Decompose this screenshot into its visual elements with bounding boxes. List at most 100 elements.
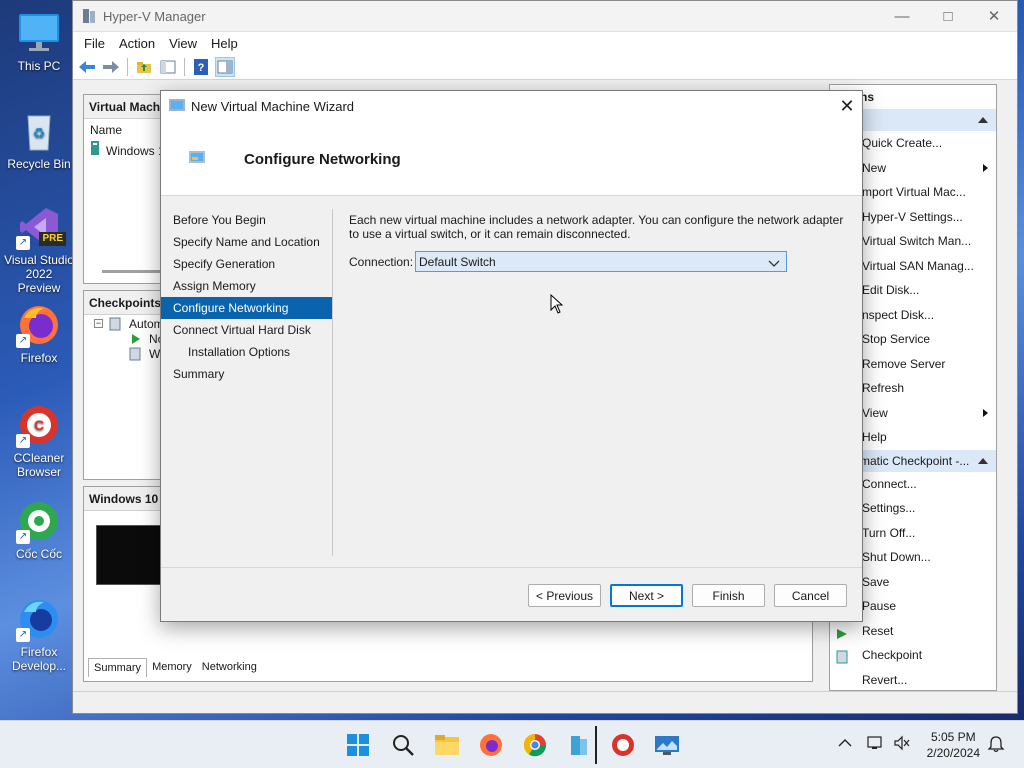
chrome-icon[interactable] bbox=[521, 731, 549, 759]
start-button[interactable] bbox=[344, 731, 372, 759]
action-item-label: View bbox=[862, 405, 888, 420]
wizard-content: Each new virtual machine includes a netw… bbox=[349, 213, 849, 272]
connection-row: Connection: Default Switch bbox=[349, 251, 849, 272]
dialog-title-bar[interactable]: New Virtual Machine Wizard ✕ bbox=[161, 91, 862, 121]
chevron-up-icon[interactable] bbox=[838, 737, 852, 751]
finish-button[interactable]: Finish bbox=[692, 584, 765, 607]
network-icon[interactable] bbox=[867, 735, 885, 754]
clock-date: 2/20/2024 bbox=[926, 746, 980, 760]
divider bbox=[161, 567, 862, 568]
desktop-icon-coc-coc[interactable]: ↗ Cốc Cốc bbox=[4, 498, 74, 561]
desktop-icon-label: CCleaner Browser bbox=[13, 451, 65, 479]
console-tree-icon[interactable] bbox=[158, 57, 178, 77]
next-button[interactable]: Next > bbox=[610, 584, 683, 607]
shortcut-arrow-icon: ↗ bbox=[16, 530, 30, 544]
action-item-label: Reset bbox=[862, 623, 894, 638]
action-item-label: mport Virtual Mac... bbox=[862, 185, 966, 199]
cancel-button[interactable]: Cancel bbox=[774, 584, 847, 607]
status-bar bbox=[73, 691, 1017, 713]
wizard-icon bbox=[169, 98, 185, 115]
recycle-bin-icon: ♻ bbox=[16, 108, 62, 154]
menu-file[interactable]: File bbox=[77, 36, 112, 51]
folder-up-icon[interactable] bbox=[134, 57, 154, 77]
desktop-icon-ccleaner[interactable]: C ↗ CCleaner Browser bbox=[4, 402, 74, 479]
desktop-icon-firefox-developer[interactable]: ↗ Firefox Develop... bbox=[4, 596, 74, 673]
close-button[interactable]: ✕ bbox=[971, 1, 1017, 32]
action-item-label: Quick Create... bbox=[862, 136, 943, 150]
shortcut-arrow-icon: ↗ bbox=[16, 628, 30, 642]
action-pane-icon[interactable] bbox=[215, 56, 235, 77]
minimize-button[interactable]: — bbox=[879, 1, 925, 32]
maximize-button[interactable]: □ bbox=[925, 1, 971, 32]
svg-text:C: C bbox=[34, 417, 44, 433]
search-icon[interactable] bbox=[389, 731, 417, 759]
preview-badge: PRE bbox=[39, 232, 66, 246]
collapse-arrow-icon[interactable] bbox=[978, 457, 988, 464]
ccleaner-icon[interactable] bbox=[609, 731, 637, 759]
desktop-icon-this-pc[interactable]: This PC bbox=[4, 10, 74, 73]
submenu-arrow-icon bbox=[983, 408, 988, 417]
menu-action[interactable]: Action bbox=[112, 36, 162, 51]
action-item[interactable]: Checkpoint bbox=[830, 643, 996, 668]
window-title: Hyper-V Manager bbox=[103, 8, 206, 24]
menu-bar: File Action View Help bbox=[73, 32, 1017, 54]
shortcut-arrow-icon: ↗ bbox=[16, 334, 30, 348]
firefox-icon[interactable] bbox=[477, 731, 505, 759]
tab-summary[interactable]: Summary bbox=[88, 658, 148, 677]
hyperv-manager-icon[interactable] bbox=[565, 731, 593, 759]
wizard-step-7[interactable]: Summary bbox=[161, 363, 333, 385]
action-item[interactable]: Revert... bbox=[830, 668, 996, 691]
desktop-icon-firefox[interactable]: ↗ Firefox bbox=[4, 302, 74, 365]
volume-muted-icon[interactable] bbox=[893, 735, 911, 754]
system-clock[interactable]: 5:05 PM 2/20/2024 bbox=[927, 729, 980, 761]
new-vm-wizard-dialog: New Virtual Machine Wizard ✕ Configure N… bbox=[160, 90, 863, 622]
action-item-label: Stop Service bbox=[862, 332, 931, 346]
wizard-step-4[interactable]: Configure Networking bbox=[161, 297, 333, 319]
action-item-label: Remove Server bbox=[862, 356, 946, 371]
reset-icon bbox=[836, 624, 850, 639]
wizard-step-1[interactable]: Specify Name and Location bbox=[161, 231, 333, 253]
menu-help[interactable]: Help bbox=[204, 36, 245, 51]
mouse-cursor-icon bbox=[550, 293, 564, 317]
action-item-label: Shut Down... bbox=[862, 550, 931, 564]
wizard-step-3[interactable]: Assign Memory bbox=[161, 275, 333, 297]
collapse-toggle[interactable]: − bbox=[94, 319, 103, 328]
previous-button[interactable]: < Previous bbox=[528, 584, 601, 607]
page-title: Configure Networking bbox=[244, 151, 401, 168]
text-cursor bbox=[595, 726, 597, 764]
desktop-icon-recycle-bin[interactable]: ♻ Recycle Bin bbox=[4, 108, 74, 171]
svg-text:♻: ♻ bbox=[33, 125, 46, 141]
notification-bell-icon[interactable] bbox=[987, 735, 1005, 756]
horizontal-scrollbar[interactable] bbox=[102, 270, 162, 273]
action-item[interactable]: Reset bbox=[830, 619, 996, 644]
taskbar: 5:05 PM 2/20/2024 bbox=[0, 720, 1024, 768]
wizard-header: Configure Networking bbox=[161, 121, 862, 196]
dialog-close-button[interactable]: ✕ bbox=[832, 96, 862, 117]
tab-memory[interactable]: Memory bbox=[147, 658, 197, 677]
desktop-icon-label: Visual Studio 2022 Preview bbox=[4, 253, 74, 295]
back-arrow-icon[interactable] bbox=[77, 57, 97, 77]
toolbar-separator bbox=[184, 57, 185, 76]
shortcut-arrow-icon: ↗ bbox=[16, 236, 30, 250]
vm-thumbnail[interactable] bbox=[96, 525, 166, 585]
collapse-arrow-icon[interactable] bbox=[978, 117, 988, 123]
remote-desktop-icon[interactable] bbox=[653, 731, 681, 759]
divider bbox=[332, 209, 333, 556]
file-explorer-icon[interactable] bbox=[433, 731, 461, 759]
wizard-step-6[interactable]: Installation Options bbox=[161, 341, 333, 363]
wizard-step-5[interactable]: Connect Virtual Hard Disk bbox=[161, 319, 333, 341]
tab-networking[interactable]: Networking bbox=[197, 658, 262, 677]
svg-text:?: ? bbox=[198, 62, 205, 74]
action-item-label: Refresh bbox=[862, 381, 905, 395]
checkpoint-icon bbox=[836, 648, 850, 664]
help-icon[interactable]: ? bbox=[191, 57, 211, 77]
title-bar[interactable]: Hyper-V Manager — □ ✕ bbox=[73, 1, 1017, 32]
action-item-label: Checkpoint bbox=[862, 648, 923, 662]
toolbar: ? bbox=[73, 54, 1017, 80]
menu-view[interactable]: View bbox=[162, 36, 204, 51]
wizard-step-2[interactable]: Specify Generation bbox=[161, 253, 333, 275]
forward-arrow-icon[interactable] bbox=[101, 57, 121, 77]
desktop-icon-visual-studio[interactable]: PRE ↗ Visual Studio 2022 Preview bbox=[4, 204, 74, 295]
wizard-step-0[interactable]: Before You Begin bbox=[161, 209, 333, 231]
connection-dropdown[interactable]: Default Switch bbox=[415, 251, 787, 272]
